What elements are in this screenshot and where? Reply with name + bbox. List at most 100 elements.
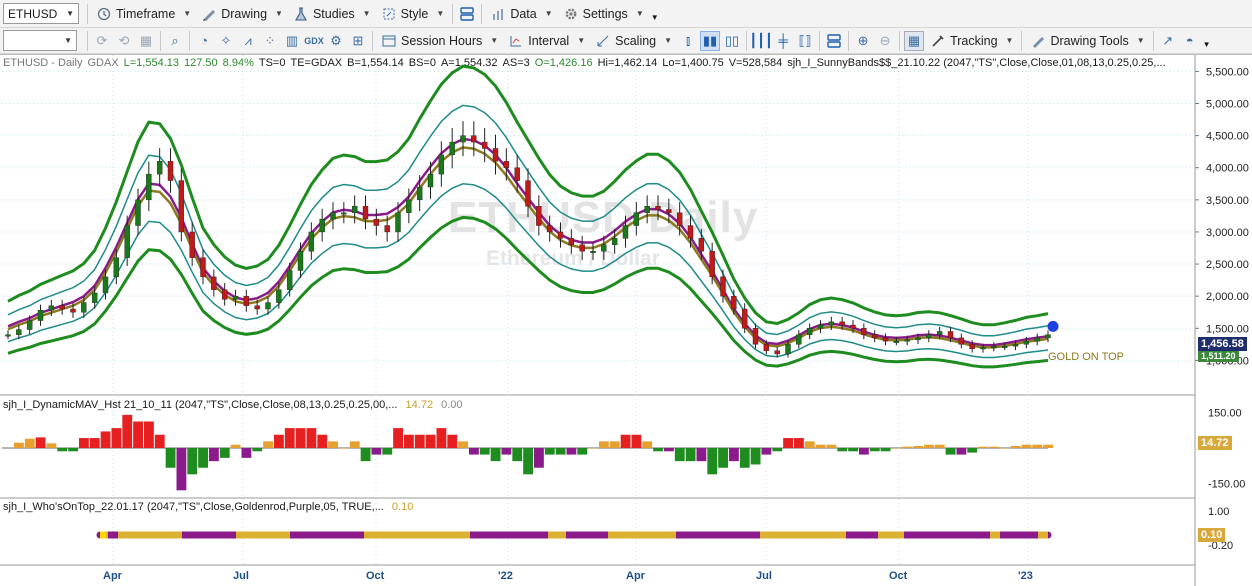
- candle-body: [817, 324, 824, 329]
- speedometer-button[interactable]: ◔: [194, 31, 214, 51]
- candle-body: [416, 186, 423, 201]
- time-axis-label: '23: [1018, 570, 1033, 582]
- volume-bars-button[interactable]: ┃┃┃: [749, 31, 772, 51]
- time-axis-label: Oct: [889, 570, 908, 582]
- histogram-bar: [880, 448, 891, 452]
- candle-body: [297, 251, 304, 271]
- refresh-button[interactable]: ⟳: [92, 31, 112, 51]
- hollow-candle-button[interactable]: ▯▯: [722, 31, 742, 51]
- grid-button[interactable]: ▦: [136, 31, 156, 51]
- interval-label: Interval: [528, 33, 570, 48]
- session-hours-button[interactable]: Session Hours ▼: [376, 30, 503, 52]
- candle-body: [81, 302, 87, 313]
- dashboard-button[interactable]: ◓: [1180, 31, 1200, 51]
- separator: [1152, 30, 1154, 51]
- gear-button[interactable]: ⚙: [326, 31, 346, 51]
- zoom-in-button[interactable]: ⊕: [853, 31, 873, 51]
- refresh-all-button[interactable]: ⟲: [114, 31, 134, 51]
- gdax-button[interactable]: GDX: [304, 31, 324, 51]
- scaling-button[interactable]: Scaling ▼: [590, 30, 677, 52]
- tracking-button[interactable]: Tracking ▼: [925, 30, 1018, 52]
- panel2-axis-label: -150.00: [1208, 478, 1245, 490]
- data-button[interactable]: Data ▼: [485, 3, 557, 25]
- price-axis-label: 5,000.00: [1206, 99, 1249, 111]
- histogram-bar: [393, 428, 403, 448]
- histogram-bar: [794, 438, 804, 448]
- interval-button[interactable]: Interval ▼: [503, 30, 590, 52]
- chart-combo-dropdown[interactable]: ▼: [3, 30, 77, 51]
- price-axis-label: 4,500.00: [1206, 131, 1249, 143]
- scatter-button[interactable]: ⁘: [260, 31, 280, 51]
- overflow-chevron-icon[interactable]: ▼: [651, 13, 659, 22]
- candle-body: [460, 135, 466, 143]
- separator: [87, 30, 88, 51]
- candle-body: [763, 344, 770, 351]
- overflow-chevron-icon[interactable]: ▼: [1203, 40, 1211, 49]
- last-price-tag: 1,456.58: [1198, 337, 1247, 351]
- drawing-tools-button[interactable]: Drawing Tools ▼: [1025, 30, 1149, 52]
- histogram-bar: [490, 448, 501, 462]
- separator: [1021, 30, 1023, 51]
- candle-body: [91, 292, 98, 303]
- histogram-bar: [664, 448, 674, 452]
- histogram-bar: [1021, 444, 1032, 448]
- tracking-label: Tracking: [950, 33, 998, 48]
- histogram-bar: [620, 434, 631, 448]
- style-icon: [381, 6, 397, 22]
- drawing-button[interactable]: Drawing ▼: [196, 3, 288, 25]
- bar-style-button[interactable]: ⫾: [678, 31, 698, 51]
- candle-body: [254, 305, 260, 310]
- chart-area[interactable]: ETHUSD - Daily GDAX L=1,554.13 127.50 8.94% T…: [0, 54, 1252, 586]
- time-axis-label: Oct: [366, 570, 385, 582]
- histogram-bar: [924, 444, 934, 448]
- candle-body: [709, 251, 715, 278]
- candle-body: [26, 320, 33, 330]
- histogram-bar: [1010, 446, 1021, 448]
- histogram-bar: [848, 448, 858, 452]
- histogram-bar: [425, 434, 436, 448]
- histogram-bar: [804, 441, 815, 448]
- magic-wand-button[interactable]: ✧: [216, 31, 236, 51]
- zoom-out-button[interactable]: ⊖: [875, 31, 895, 51]
- candle-body: [167, 161, 174, 181]
- candle-body: [113, 257, 120, 278]
- bar-chart-button[interactable]: ▥: [282, 31, 302, 51]
- drawing-label: Drawing: [221, 6, 268, 21]
- candle-body: [1034, 337, 1040, 342]
- settings-button[interactable]: Settings ▼: [558, 3, 649, 25]
- histogram-bar: [501, 448, 512, 455]
- candle-body: [698, 238, 705, 252]
- chevron-down-icon: ▼: [490, 36, 499, 45]
- histogram-bar: [133, 421, 143, 448]
- candle-body: [676, 212, 683, 226]
- histogram-bar: [436, 428, 447, 448]
- volume-profile-button[interactable]: ╪: [773, 31, 793, 51]
- histogram-bar: [945, 448, 956, 455]
- price-axis-label: 3,000.00: [1206, 227, 1249, 239]
- workspace-button[interactable]: ⊞: [348, 31, 368, 51]
- histogram-bar: [154, 434, 165, 448]
- data-window-button[interactable]: ▦: [904, 30, 925, 51]
- search-button[interactable]: ⌕: [165, 31, 185, 51]
- symbol-dropdown[interactable]: ETHUSD ▼: [3, 3, 79, 24]
- line-chart-button[interactable]: ⩘: [238, 31, 258, 51]
- layout-button[interactable]: [457, 4, 477, 24]
- candle-body: [146, 173, 152, 201]
- candle-style-button[interactable]: ▮▮: [700, 30, 721, 51]
- timeframe-button[interactable]: Timeframe ▼: [91, 3, 196, 25]
- candle-body: [828, 321, 835, 326]
- timeframe-label: Timeframe: [116, 6, 176, 21]
- studies-button[interactable]: Studies ▼: [288, 3, 376, 25]
- candle-body: [666, 209, 672, 213]
- trend-button[interactable]: ↗: [1158, 31, 1178, 51]
- histogram-bar: [891, 448, 902, 449]
- bracket-button[interactable]: ⟦⟧: [795, 31, 815, 51]
- settings-label: Settings: [582, 6, 628, 21]
- price-axis-label: 2,500.00: [1206, 259, 1249, 271]
- style-button[interactable]: Style ▼: [376, 3, 450, 25]
- drawing-tools-icon: [1030, 33, 1046, 49]
- layout-button-2[interactable]: [824, 31, 844, 51]
- studies-icon: [293, 6, 309, 22]
- secondary-toolbar: ▼ ⟳ ⟲ ▦ ⌕ ◔ ✧ ⩘ ⁘ ▥ GDX ⚙ ⊞ Session Hour…: [0, 28, 1252, 54]
- candle-body: [839, 321, 845, 326]
